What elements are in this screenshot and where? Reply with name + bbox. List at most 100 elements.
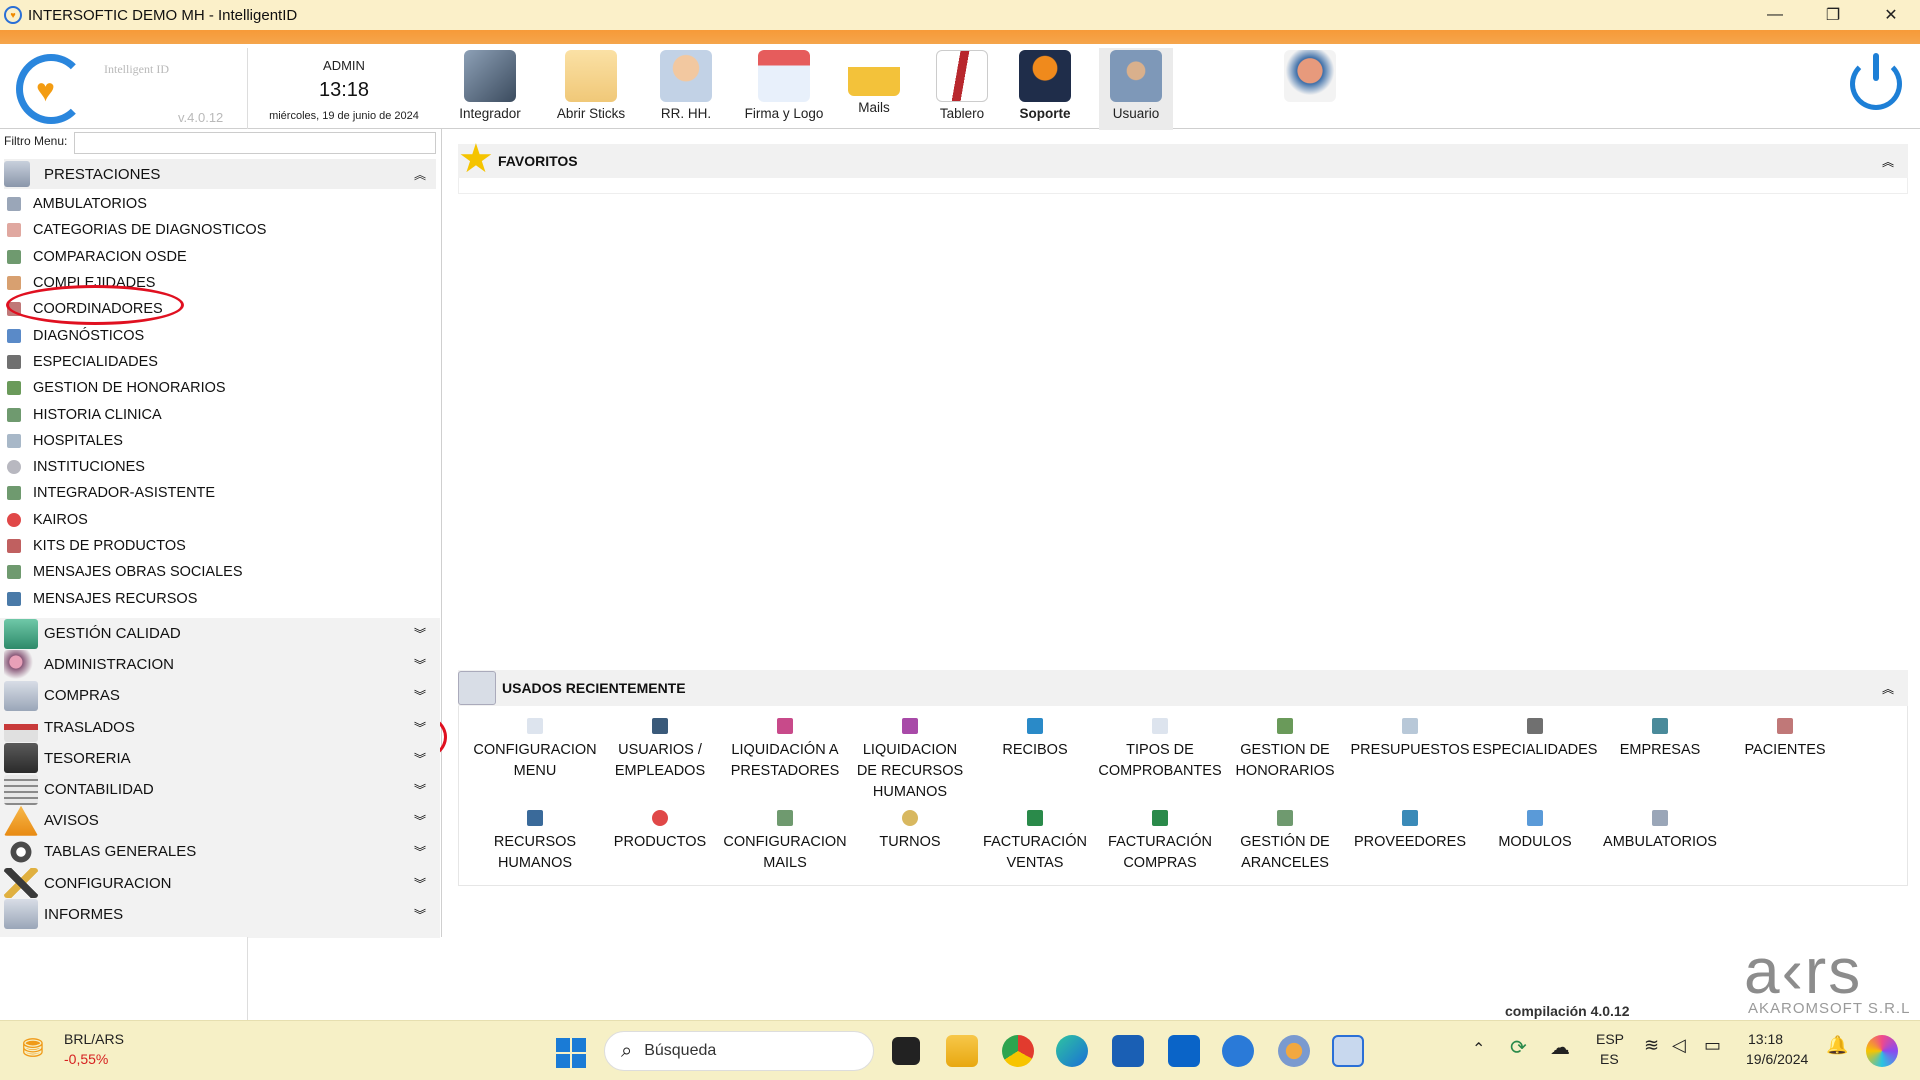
toolbar-usuario[interactable]: Usuario [1099,48,1173,130]
expand-icon[interactable]: ︾ [414,750,426,767]
expand-icon[interactable]: ︾ [414,875,426,892]
expand-icon[interactable]: ︾ [414,781,426,798]
group-tesoreria[interactable]: TESORERIA ︾ [0,743,440,774]
menu-item[interactable]: KITS DE PRODUCTOS [4,533,436,559]
menu-item[interactable]: INSTITUCIONES [4,454,436,480]
recent-tile[interactable]: GESTION DE HONORARIOS [1223,718,1347,782]
group-compras[interactable]: COMPRAS ︾ [0,680,440,711]
group-tablas-generales[interactable]: TABLAS GENERALES ︾ [0,836,440,867]
recent-tile[interactable]: GESTIÓN DE ARANCELES [1223,810,1347,874]
taskbar-date[interactable]: 19/6/2024 [1746,1051,1808,1067]
recent-tile[interactable]: TIPOS DE COMPROBANTES [1098,718,1222,782]
windows-start-icon[interactable] [556,1038,586,1068]
toolbar-soporte[interactable]: Soporte [1014,48,1076,130]
filter-menu-input[interactable] [74,132,436,154]
menu-item[interactable]: HISTORIA CLINICA [4,401,436,427]
recent-tile[interactable]: PROVEEDORES [1348,810,1472,853]
copilot-icon[interactable] [1866,1035,1898,1067]
menu-item[interactable]: GESTION DE HONORARIOS [4,375,436,401]
group-informes[interactable]: INFORMES ︾ [0,899,440,930]
group-contabilidad[interactable]: CONTABILIDAD ︾ [0,774,440,805]
toolbar-abrir-sticks[interactable]: Abrir Sticks [552,48,630,130]
active-app-icon[interactable] [1332,1035,1364,1067]
recent-tile[interactable]: FACTURACIÓN COMPRAS [1098,810,1222,874]
expand-icon[interactable]: ︾ [414,625,426,642]
expand-icon[interactable]: ︾ [414,656,426,673]
chrome-icon[interactable] [1002,1035,1034,1067]
expand-icon[interactable]: ︾ [414,906,426,923]
taskbar-search[interactable]: ⌕ Búsqueda [604,1031,874,1071]
toolbar-tablero[interactable]: Tablero [930,48,994,130]
toolbar-rrhh[interactable]: RR. HH. [658,48,714,130]
recent-tile[interactable]: RECIBOS [973,718,1097,761]
outlook-icon[interactable] [1168,1035,1200,1067]
taskbar-time[interactable]: 13:18 [1748,1031,1783,1047]
wifi-icon[interactable]: ≋ [1644,1035,1659,1056]
edge-icon[interactable] [1056,1035,1088,1067]
recent-tile[interactable]: TURNOS [848,810,972,853]
battery-icon[interactable]: ▭ [1704,1035,1721,1056]
volume-icon[interactable]: ◁ [1672,1035,1686,1056]
recent-tile[interactable]: PRODUCTOS [598,810,722,853]
recent-tile[interactable]: USUARIOS / EMPLEADOS [598,718,722,782]
maximize-button[interactable]: ❐ [1804,0,1862,30]
language-bottom[interactable]: ES [1600,1051,1619,1067]
recent-tile[interactable]: RECURSOS HUMANOS [473,810,597,874]
currency-widget-icon[interactable]: ⛃ [22,1033,52,1063]
section-prestaciones[interactable]: PRESTACIONES ︽ [4,159,436,189]
group-configuracion[interactable]: CONFIGURACION ︾ [0,868,440,899]
recent-tile[interactable]: LIQUIDACION DE RECURSOS HUMANOS [848,718,972,803]
toolbar-firma-logo[interactable]: Firma y Logo [742,48,826,130]
menu-item[interactable]: MENSAJES OBRAS SOCIALES [4,559,436,585]
group-administracion[interactable]: ADMINISTRACION ︾ [0,649,440,680]
group-avisos[interactable]: AVISOS ︾ [0,805,440,836]
language-top[interactable]: ESP [1596,1031,1624,1047]
file-explorer-icon[interactable] [946,1035,978,1067]
menu-item[interactable]: MENSAJES RECURSOS [4,585,436,611]
expand-icon[interactable]: ︾ [414,812,426,829]
expand-icon[interactable]: ︾ [414,843,426,860]
group-gestion-calidad[interactable]: GESTIÓN CALIDAD ︾ [0,618,440,649]
toolbar-mails[interactable]: Mails [842,48,906,130]
recent-tile[interactable]: CONFIGURACION MENU [473,718,597,782]
store-icon[interactable] [1112,1035,1144,1067]
recent-tile[interactable]: AMBULATORIOS [1598,810,1722,853]
recent-tile[interactable]: FACTURACIÓN VENTAS [973,810,1097,874]
collapse-icon[interactable]: ︽ [1882,153,1894,170]
close-button[interactable]: ✕ [1862,0,1920,30]
power-icon[interactable] [1850,53,1902,110]
recent-tile[interactable]: ESPECIALIDADES [1473,718,1597,761]
remote-app-icon[interactable] [1222,1035,1254,1067]
expand-icon[interactable]: ︾ [414,687,426,704]
expand-icon[interactable]: ︾ [414,719,426,736]
group-traslados[interactable]: TRASLADOS ︾ [0,712,440,743]
intelligentid-icon[interactable] [1278,1035,1310,1067]
menu-item[interactable]: ESPECIALIDADES [4,349,436,375]
sync-icon[interactable]: ⟳ [1510,1035,1527,1060]
recent-tile[interactable]: PACIENTES [1723,718,1847,761]
recent-tile[interactable]: PRESUPUESTOS [1348,718,1472,761]
toolbar-integrador[interactable]: Integrador [456,48,524,130]
collapse-icon[interactable]: ︽ [414,166,426,183]
recent-tile[interactable]: LIQUIDACIÓN A PRESTADORES [723,718,847,782]
menu-item[interactable]: AMBULATORIOS [4,191,436,217]
favoritos-header[interactable]: ★ FAVORITOS ︽ [458,139,1908,179]
menu-item[interactable]: COMPARACION OSDE [4,244,436,270]
user-avatar[interactable] [1280,48,1340,130]
notification-bell-icon[interactable]: 🔔 [1826,1035,1848,1056]
menu-item[interactable]: HOSPITALES [4,428,436,454]
task-view-icon[interactable] [892,1037,920,1065]
minimize-button[interactable]: — [1746,0,1804,30]
collapse-icon[interactable]: ︽ [1882,680,1894,697]
currency-pair[interactable]: BRL/ARS [64,1031,124,1047]
menu-item[interactable]: INTEGRADOR-ASISTENTE [4,480,436,506]
menu-item[interactable]: CATEGORIAS DE DIAGNOSTICOS [4,217,436,243]
recent-tile[interactable]: CONFIGURACION MAILS [723,810,847,874]
menu-item[interactable]: KAIROS [4,507,436,533]
tray-overflow-icon[interactable]: ⌃ [1472,1039,1485,1059]
recent-tile[interactable]: MODULOS [1473,810,1597,853]
cloud-icon[interactable]: ☁ [1550,1035,1570,1060]
menu-item[interactable]: DIAGNÓSTICOS [4,322,436,348]
recent-tile[interactable]: EMPRESAS [1598,718,1722,761]
recientes-header[interactable]: USADOS RECIENTEMENTE ︽ [458,670,1908,706]
